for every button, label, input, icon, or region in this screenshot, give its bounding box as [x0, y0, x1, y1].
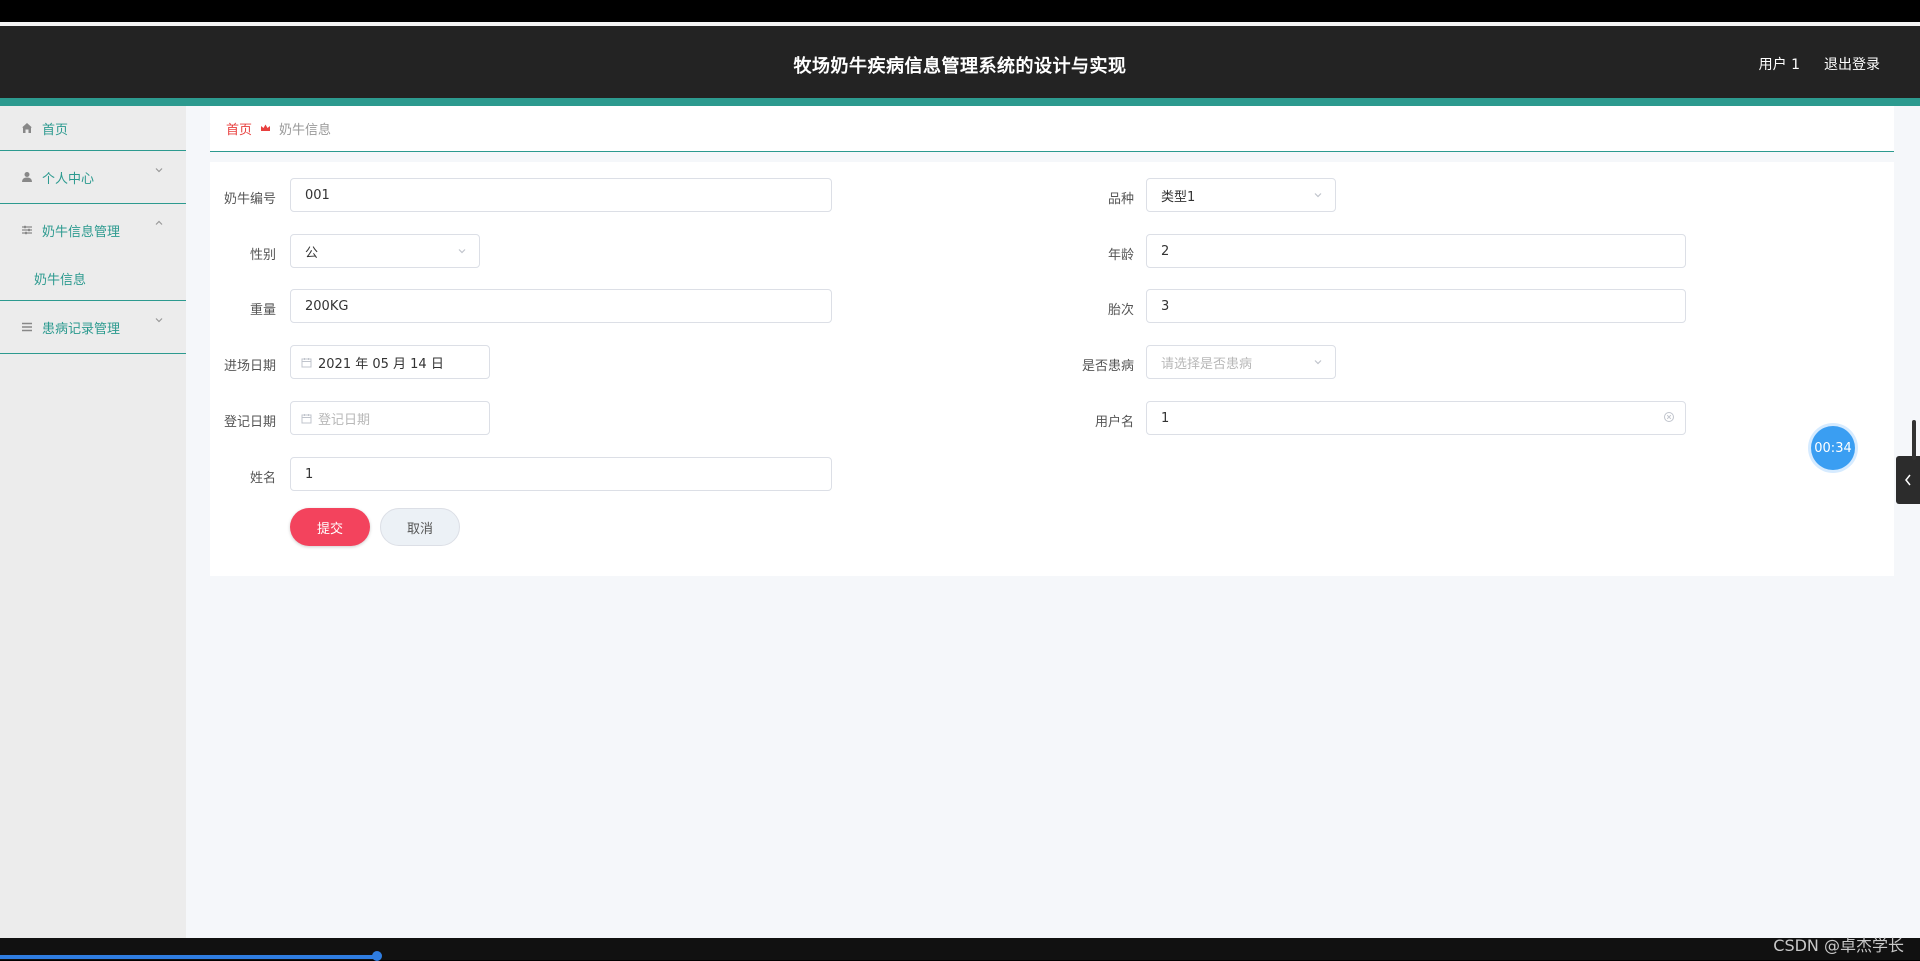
chevron-up-icon [154, 218, 166, 230]
chevron-down-icon [154, 165, 166, 177]
sidebar-item-profile[interactable]: 个人中心 [0, 151, 186, 204]
chevron-left-icon[interactable] [1896, 456, 1920, 504]
entry-date-picker[interactable]: 2021 年 05 月 14 日 [290, 345, 490, 379]
sidebar-item-cow-management[interactable]: 奶牛信息管理 [0, 204, 186, 256]
chevron-down-icon [1313, 357, 1323, 370]
gender-label: 性别 [249, 248, 276, 263]
username-input[interactable]: 1 [1146, 401, 1686, 435]
entry-date-label: 进场日期 [223, 359, 276, 374]
sidebar-item-disease-records[interactable]: 患病记录管理 [0, 301, 186, 354]
sidebar-item-label: 奶牛信息管理 [42, 224, 121, 240]
cancel-button[interactable]: 取消 [380, 508, 460, 546]
breadcrumb: 首页 奶牛信息 [210, 106, 1894, 152]
register-date-label: 登记日期 [223, 415, 276, 430]
home-icon [20, 121, 34, 135]
sidebar-item-home[interactable]: 首页 [0, 106, 186, 151]
watermark: CSDN @卓杰学长 [1773, 936, 1904, 955]
sidebar-item-label: 首页 [42, 122, 69, 138]
breed-select[interactable]: 类型1 [1146, 178, 1336, 212]
sidebar-item-label: 个人中心 [42, 171, 95, 187]
weight-label: 重量 [249, 303, 276, 318]
submit-button[interactable]: 提交 [290, 508, 370, 546]
parity-label: 胎次 [1107, 303, 1134, 318]
cow-id-input[interactable]: 001 [290, 178, 832, 212]
main-content: 首页 奶牛信息 奶牛编号 001 品种 类型1 性别 公 年龄 2 重量 200… [186, 106, 1920, 938]
chevron-down-icon [154, 315, 166, 327]
logout-link[interactable]: 退出登录 [1824, 54, 1880, 74]
cow-form: 奶牛编号 001 品种 类型1 性别 公 年龄 2 重量 200KG 胎次 3 … [210, 162, 1894, 576]
gender-select[interactable]: 公 [290, 234, 480, 268]
sidebar-item-label: 患病记录管理 [42, 321, 121, 337]
clear-icon[interactable] [1663, 411, 1675, 426]
header-accent-bar [0, 98, 1920, 106]
weight-input[interactable]: 200KG [290, 289, 832, 323]
breadcrumb-current: 奶牛信息 [279, 123, 332, 138]
age-label: 年龄 [1107, 248, 1134, 263]
app-header: 牧场奶牛疾病信息管理系统的设计与实现 用户 1 退出登录 [0, 26, 1920, 98]
video-progress-bar[interactable] [0, 955, 378, 959]
user-icon [20, 170, 34, 184]
crown-separator-icon [260, 122, 271, 136]
chevron-down-icon [1313, 190, 1323, 203]
calendar-icon [301, 413, 312, 424]
is-sick-select[interactable]: 请选择是否患病 [1146, 345, 1336, 379]
scrollbar-thumb[interactable] [1912, 420, 1916, 460]
sidebar: 首页 个人中心 奶牛信息管理 奶牛信息 患病记录管理 [0, 106, 186, 938]
calendar-icon [301, 357, 312, 368]
sidebar-subitem-cow-info[interactable]: 奶牛信息 [0, 256, 186, 301]
list-icon [20, 320, 34, 334]
breed-label: 品种 [1107, 192, 1134, 207]
name-label: 姓名 [249, 471, 276, 486]
register-date-picker[interactable]: 登记日期 [290, 401, 490, 435]
cow-id-label: 奶牛编号 [223, 192, 276, 207]
chevron-down-icon [457, 246, 467, 259]
age-input[interactable]: 2 [1146, 234, 1686, 268]
is-sick-label: 是否患病 [1081, 359, 1134, 374]
username-label: 用户名 [1094, 415, 1134, 430]
parity-input[interactable]: 3 [1146, 289, 1686, 323]
sliders-icon [20, 223, 34, 237]
name-input[interactable]: 1 [290, 457, 832, 491]
app-title: 牧场奶牛疾病信息管理系统的设计与实现 [793, 56, 1127, 77]
recording-timer[interactable]: 00:34 [1811, 426, 1855, 470]
app-body: 首页 个人中心 奶牛信息管理 奶牛信息 患病记录管理 首页 奶牛信息 奶牛编号 … [0, 106, 1920, 938]
screen-top-border [0, 0, 1920, 22]
current-user: 用户 1 [1758, 57, 1800, 73]
breadcrumb-home[interactable]: 首页 [226, 119, 252, 138]
